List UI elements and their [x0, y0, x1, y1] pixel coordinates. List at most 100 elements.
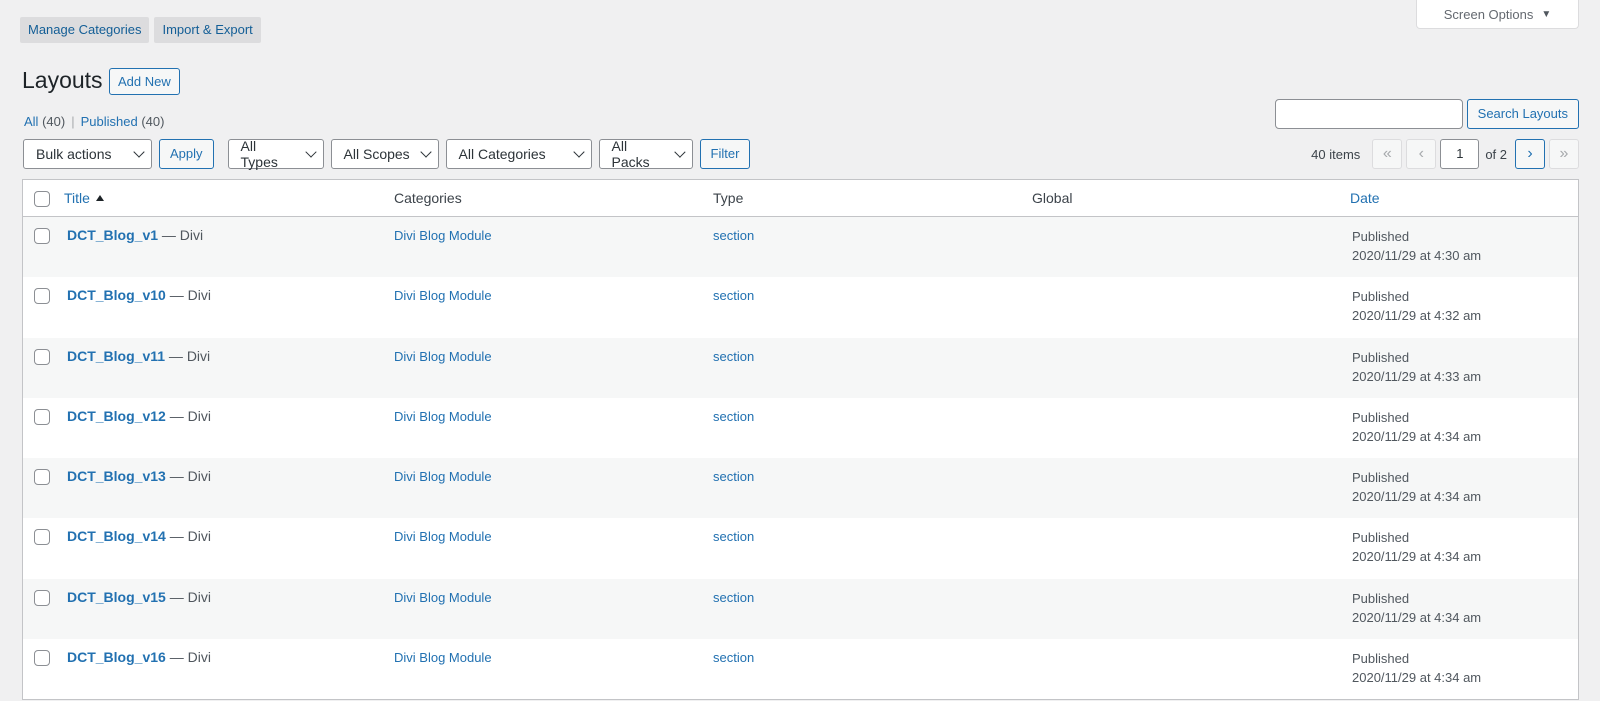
- packs-select[interactable]: All Packs: [598, 138, 693, 170]
- table-header: Title Categories Type Global Date: [23, 180, 1578, 217]
- row-type-link[interactable]: section: [713, 288, 754, 303]
- row-date: Published 2020/11/29 at 4:33 am: [1352, 348, 1481, 386]
- row-title-link[interactable]: DCT_Blog_v15: [67, 589, 166, 605]
- tab-import-export[interactable]: Import & Export: [154, 17, 261, 43]
- categories-select[interactable]: All Categories: [445, 139, 592, 169]
- row-type-link[interactable]: section: [713, 349, 754, 364]
- add-new-button[interactable]: Add New: [109, 68, 180, 95]
- row-checkbox[interactable]: [34, 589, 50, 606]
- row-date: Published 2020/11/29 at 4:34 am: [1352, 649, 1481, 687]
- types-select[interactable]: All Types: [227, 138, 324, 170]
- row-title-link[interactable]: DCT_Blog_v14: [67, 528, 166, 544]
- row-category-link[interactable]: Divi Blog Module: [394, 650, 492, 665]
- row-checkbox[interactable]: [34, 408, 50, 425]
- view-published-link[interactable]: Published (40): [81, 114, 165, 129]
- row-title: DCT_Blog_v10 — Divi: [67, 287, 211, 303]
- table-row: DCT_Blog_v14 — Divi Divi Blog Module sec…: [23, 518, 1578, 578]
- row-checkbox[interactable]: [34, 288, 50, 305]
- caret-down-icon: ▼: [1541, 8, 1552, 20]
- chevron-down-icon: [304, 146, 317, 158]
- view-published-count: (40): [141, 114, 165, 129]
- prev-page-button: ‹: [1406, 139, 1437, 169]
- row-category-link[interactable]: Divi Blog Module: [394, 409, 492, 424]
- row-checkbox[interactable]: [34, 529, 50, 546]
- row-type-link[interactable]: section: [713, 590, 754, 605]
- row-checkbox[interactable]: [34, 228, 50, 244]
- row-type-link[interactable]: section: [713, 529, 754, 544]
- row-type-link[interactable]: section: [713, 228, 754, 243]
- row-title-link[interactable]: DCT_Blog_v1: [67, 227, 158, 243]
- row-status: Published: [1352, 590, 1410, 606]
- view-published-label: Published: [80, 114, 138, 129]
- screen-options-label: Screen Options: [1443, 6, 1534, 22]
- tablenav-top: Bulk actions Apply All Types All Scopes …: [23, 138, 751, 170]
- row-date: Published 2020/11/29 at 4:34 am: [1352, 468, 1481, 506]
- select-all-checkbox[interactable]: [34, 191, 50, 207]
- row-title-link[interactable]: DCT_Blog_v11: [67, 348, 165, 364]
- column-date-sort[interactable]: Date: [1350, 190, 1380, 206]
- row-date-value: 2020/11/29 at 4:34 am: [1352, 489, 1482, 505]
- row-category-link[interactable]: Divi Blog Module: [394, 529, 492, 544]
- row-title: DCT_Blog_v1 — Divi: [67, 227, 203, 243]
- top-tabs: Manage Categories Import & Export: [20, 17, 261, 43]
- row-category-link[interactable]: Divi Blog Module: [394, 288, 492, 303]
- sort-up-icon: [95, 195, 104, 201]
- row-title-link[interactable]: DCT_Blog_v12: [67, 408, 166, 424]
- first-page-button: «: [1372, 139, 1403, 169]
- table-body: DCT_Blog_v1 — Divi Divi Blog Module sect…: [23, 217, 1578, 699]
- row-type-link[interactable]: section: [713, 469, 754, 484]
- layouts-table: Title Categories Type Global Date DCT_Bl…: [22, 179, 1579, 701]
- table-row: DCT_Blog_v15 — Divi Divi Blog Module sec…: [23, 578, 1578, 640]
- row-post-state: — Divi: [165, 407, 211, 424]
- scopes-select[interactable]: All Scopes: [330, 139, 439, 169]
- search-input[interactable]: [1274, 99, 1463, 129]
- apply-button[interactable]: Apply: [159, 139, 214, 169]
- scopes-value: All Scopes: [343, 146, 410, 162]
- chevron-down-icon: [572, 146, 585, 158]
- row-post-state: — Divi: [165, 649, 211, 666]
- row-category-link[interactable]: Divi Blog Module: [394, 349, 492, 364]
- row-post-state: — Divi: [165, 528, 211, 545]
- bulk-actions-select[interactable]: Bulk actions: [23, 139, 152, 169]
- row-type-link[interactable]: section: [713, 650, 754, 665]
- row-title-link[interactable]: DCT_Blog_v13: [67, 468, 166, 484]
- categories-value: All Categories: [458, 146, 546, 162]
- row-type-link[interactable]: section: [713, 409, 754, 424]
- filter-button[interactable]: Filter: [699, 139, 751, 169]
- column-title-sort[interactable]: Title: [64, 190, 104, 206]
- bulk-actions-value: Bulk actions: [36, 146, 112, 162]
- view-separator: |: [71, 114, 75, 129]
- screen-options-toggle[interactable]: Screen Options ▼: [1416, 0, 1579, 29]
- row-category-link[interactable]: Divi Blog Module: [394, 590, 492, 605]
- row-post-state: — Divi: [165, 287, 211, 304]
- row-checkbox[interactable]: [34, 650, 50, 667]
- row-category-link[interactable]: Divi Blog Module: [394, 469, 492, 484]
- row-title: DCT_Blog_v12 — Divi: [67, 408, 211, 424]
- column-global: Global: [1032, 190, 1073, 206]
- row-title: DCT_Blog_v13 — Divi: [67, 468, 211, 484]
- row-status: Published: [1352, 349, 1410, 365]
- packs-value: All Packs: [611, 138, 650, 170]
- row-checkbox[interactable]: [34, 469, 50, 486]
- tab-manage-categories[interactable]: Manage Categories: [20, 17, 150, 43]
- row-title-link[interactable]: DCT_Blog_v10: [67, 287, 166, 303]
- row-date: Published 2020/11/29 at 4:34 am: [1352, 589, 1481, 627]
- row-title-link[interactable]: DCT_Blog_v16: [67, 649, 166, 665]
- chevron-down-icon: [133, 146, 145, 158]
- row-date-value: 2020/11/29 at 4:30 am: [1352, 248, 1482, 263]
- page-title: Layouts: [22, 67, 103, 93]
- chevron-down-icon: [674, 146, 686, 158]
- next-page-button[interactable]: ›: [1515, 139, 1545, 169]
- search-layouts-button[interactable]: Search Layouts: [1466, 99, 1579, 129]
- view-all-link[interactable]: All (40): [24, 114, 65, 129]
- row-date: Published 2020/11/29 at 4:34 am: [1352, 528, 1481, 566]
- search-box: Search Layouts: [1274, 99, 1579, 129]
- current-page-input[interactable]: 1: [1440, 139, 1480, 169]
- row-date-value: 2020/11/29 at 4:34 am: [1352, 428, 1482, 444]
- column-categories: Categories: [394, 190, 462, 206]
- row-category-link[interactable]: Divi Blog Module: [394, 228, 492, 243]
- row-post-state: — Divi: [165, 468, 211, 485]
- row-checkbox[interactable]: [34, 348, 50, 365]
- row-title: DCT_Blog_v11 — Divi: [67, 348, 210, 364]
- row-date-value: 2020/11/29 at 4:34 am: [1352, 670, 1482, 686]
